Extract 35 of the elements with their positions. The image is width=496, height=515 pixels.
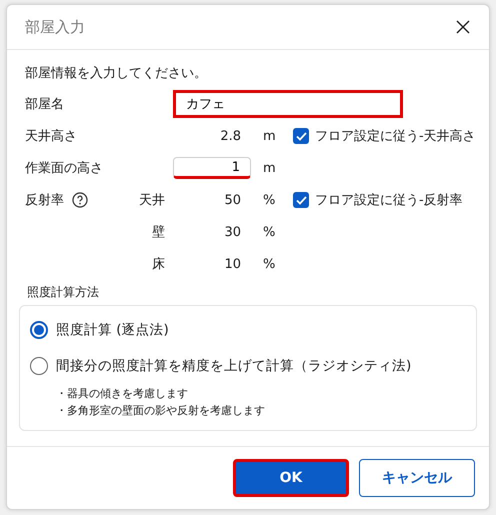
ok-button[interactable]: OK [233,459,349,497]
surface-label: 壁 [152,224,165,241]
room-name-field[interactable]: カフェ [173,90,403,118]
unit-text: m [263,160,276,176]
checkbox[interactable] [293,192,309,208]
unit-text: m [263,128,276,144]
checkbox-label: フロア設定に従う-天井高さ [315,128,476,145]
field-label: 部屋名 [25,96,64,113]
field-label: 反射率 [25,192,64,209]
value-text: 10 [224,256,241,272]
note-text: ・多角形室の壁面の影や反射を考慮します [56,403,266,418]
window-title: 部屋入力 [25,18,85,36]
group-label: 照度計算方法 [27,284,100,301]
close-icon [456,20,470,34]
radio-button[interactable] [30,321,48,339]
field-label: 作業面の高さ [25,160,103,177]
value-text: 50 [224,192,241,208]
radio-button[interactable] [30,357,48,375]
unit-text: % [263,192,276,208]
instruction-text: 部屋情報を入力してください。 [25,65,207,82]
note-text: ・器具の傾きを考慮します [56,386,189,401]
help-icon[interactable] [72,192,88,208]
work-plane-height-field[interactable]: 1 [173,157,251,179]
unit-text: % [263,224,276,240]
checkbox-label: フロア設定に従う-反射率 [315,192,463,209]
value-text: 30 [224,224,241,240]
radio-label: 間接分の照度計算を精度を上げて計算（ラジオシティ法) [56,357,412,375]
checkbox[interactable] [293,128,309,144]
radio-label: 照度計算 (逐点法) [56,321,169,339]
cancel-button[interactable]: キャンセル [359,459,475,497]
value-text: 2.8 [220,128,241,144]
field-label: 天井高さ [25,128,77,145]
surface-label: 床 [152,256,165,273]
surface-label: 天井 [139,192,165,209]
unit-text: % [263,256,276,272]
